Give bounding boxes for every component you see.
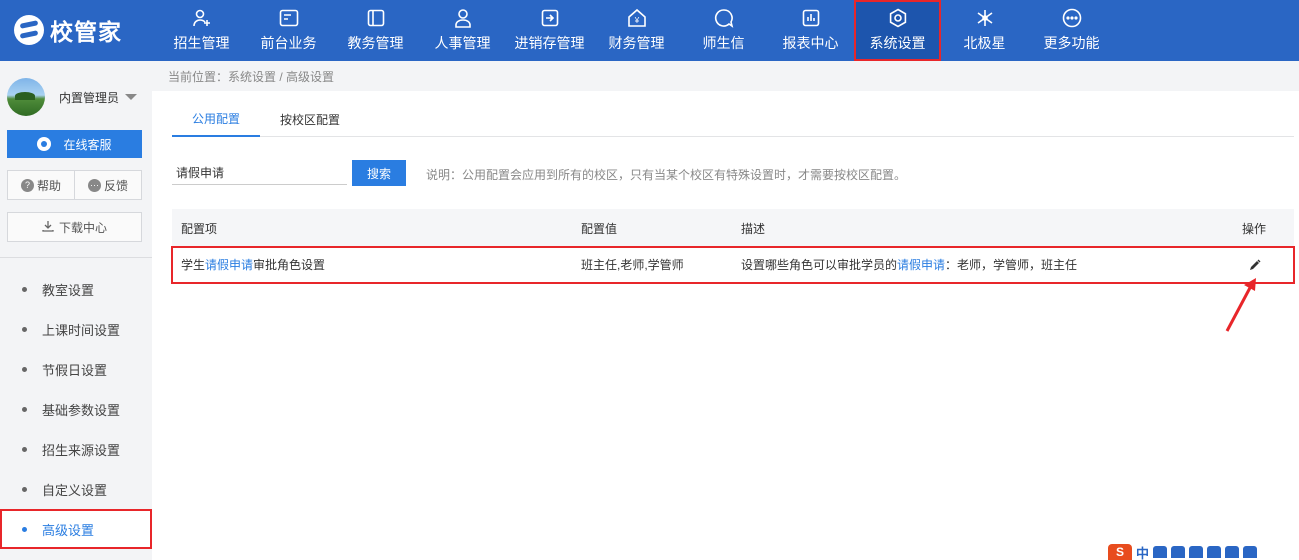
tab-public-config[interactable]: 公用配置	[172, 101, 261, 137]
nav-item-enrollment[interactable]: 招生管理	[158, 0, 245, 61]
bullet-icon	[22, 486, 27, 492]
sidebar-item-holiday[interactable]: 节假日设置	[0, 349, 152, 389]
user-name: 内置管理员	[59, 90, 120, 105]
star-icon	[974, 8, 996, 28]
tab-campus-config[interactable]: 按校区配置	[260, 101, 360, 137]
breadcrumb: 当前位置：系统设置 / 高级设置	[152, 61, 1299, 91]
annotation-arrow	[1225, 278, 1256, 332]
sogou-icon[interactable]: S	[1108, 544, 1132, 560]
emoji-icon[interactable]	[1171, 546, 1186, 558]
bullet-icon	[22, 286, 27, 292]
table-row: 学生请假申请审批角色设置 班主任,老师,学管师 设置哪些角色可以审批学员的请假申…	[171, 246, 1295, 284]
bullet-icon	[22, 366, 27, 372]
sidebar-item-enroll-source[interactable]: 招生来源设置	[0, 429, 152, 469]
bullet-icon	[22, 326, 27, 332]
config-table: 配置项 配置值 描述 操作 学生请假申请审批角色设置 班主任,老师,学管师 设置…	[171, 209, 1295, 284]
user-icon[interactable]	[1225, 546, 1240, 558]
feedback-button[interactable]: ··· 反馈	[74, 171, 141, 199]
sidebar-item-class-time[interactable]: 上课时间设置	[0, 309, 152, 349]
nav-item-inventory[interactable]: 进销存管理	[506, 0, 593, 61]
more-icon	[1061, 8, 1083, 28]
nav-item-frontdesk[interactable]: 前台业务	[245, 0, 332, 61]
download-icon	[42, 220, 54, 235]
skin-icon[interactable]	[1243, 546, 1258, 558]
sidebar-item-classroom[interactable]: 教室设置	[0, 269, 152, 309]
online-service-button[interactable]: 在线客服	[7, 130, 142, 158]
sidebar-item-advanced[interactable]: 高级设置	[0, 509, 152, 549]
avatar	[7, 78, 45, 116]
chat-bubble-icon	[713, 8, 735, 28]
bullet-icon	[22, 446, 27, 452]
nav-item-system-settings[interactable]: 系统设置	[854, 0, 941, 61]
ime-toolbar: S 中	[1108, 544, 1299, 560]
input-mode-label[interactable]: 中	[1136, 544, 1149, 560]
header-ops: 操作	[1242, 221, 1267, 236]
user-add-icon	[191, 8, 213, 28]
nav-item-polaris[interactable]: 北极星	[941, 0, 1028, 61]
yen-house-icon: ¥	[626, 8, 648, 28]
bullet-icon	[22, 406, 27, 412]
keyboard-icon[interactable]	[1207, 546, 1222, 558]
svg-text:¥: ¥	[633, 16, 639, 25]
logo-icon	[14, 15, 44, 45]
nav-item-reports[interactable]: 报表中心	[767, 0, 854, 61]
inbox-arrow-icon	[539, 8, 561, 28]
row-item: 学生请假申请审批角色设置	[181, 258, 326, 272]
help-feedback-row: ? 帮助 ··· 反馈	[7, 170, 142, 200]
book-icon	[365, 8, 387, 28]
search-button[interactable]: 搜索	[352, 160, 406, 186]
bullet-icon	[22, 526, 27, 532]
search-input[interactable]	[172, 161, 347, 185]
sidebar-divider	[0, 257, 152, 258]
nav-item-academic[interactable]: 教务管理	[332, 0, 419, 61]
nav-item-more[interactable]: 更多功能	[1028, 0, 1115, 61]
online-service-label: 在线客服	[63, 137, 112, 152]
row-value: 班主任,老师,学管师	[581, 258, 684, 272]
question-icon: ?	[20, 178, 34, 192]
person-icon	[452, 8, 474, 28]
main-nav: 招生管理 前台业务 教务管理 人事管理 进销存管理 ¥ 财务管理 师生信 报表中…	[158, 0, 1115, 61]
config-note: 说明：公用配置会应用到所有的校区，只有当某个校区有特殊设置时，才需要按校区配置。	[426, 168, 907, 182]
header-value: 配置值	[581, 221, 618, 236]
headset-icon	[37, 137, 52, 151]
settings-menu: 教室设置 上课时间设置 节假日设置 基础参数设置 招生来源设置 自定义设置 高级…	[0, 269, 152, 549]
bar-chart-icon	[800, 8, 822, 28]
table-header: 配置项 配置值 描述 操作	[172, 209, 1294, 247]
config-tabs: 公用配置 按校区配置	[172, 101, 1294, 137]
download-center-button[interactable]: 下载中心	[7, 212, 142, 242]
logo-text: 校管家	[50, 19, 122, 45]
logo[interactable]: 校管家	[14, 14, 122, 46]
sidebar-item-custom[interactable]: 自定义设置	[0, 469, 152, 509]
ellipsis-icon: ···	[87, 178, 101, 192]
gear-icon	[887, 8, 909, 28]
nav-item-messages[interactable]: 师生信	[680, 0, 767, 61]
nav-item-hr[interactable]: 人事管理	[419, 0, 506, 61]
card-icon	[278, 8, 300, 28]
sidebar-item-basic-params[interactable]: 基础参数设置	[0, 389, 152, 429]
chevron-down-icon[interactable]	[125, 94, 138, 100]
nav-item-finance[interactable]: ¥ 财务管理	[593, 0, 680, 61]
row-desc: 设置哪些角色可以审批学员的请假申请：老师，学管师，班主任	[741, 258, 1078, 272]
top-navbar: 校管家 招生管理 前台业务 教务管理 人事管理 进销存管理 ¥ 财务管理 师生信…	[0, 0, 1299, 61]
help-button[interactable]: ? 帮助	[8, 171, 74, 199]
user-profile[interactable]: 内置管理员	[7, 78, 138, 116]
mic-icon[interactable]	[1189, 546, 1204, 558]
header-item: 配置项	[181, 221, 218, 236]
edit-icon[interactable]	[1248, 258, 1262, 272]
header-desc: 描述	[741, 221, 766, 236]
sidebar: 内置管理员 在线客服 ? 帮助 ··· 反馈 下载中心 教室设置 上课时间设置 …	[0, 61, 152, 560]
punctuation-icon[interactable]	[1153, 546, 1168, 558]
